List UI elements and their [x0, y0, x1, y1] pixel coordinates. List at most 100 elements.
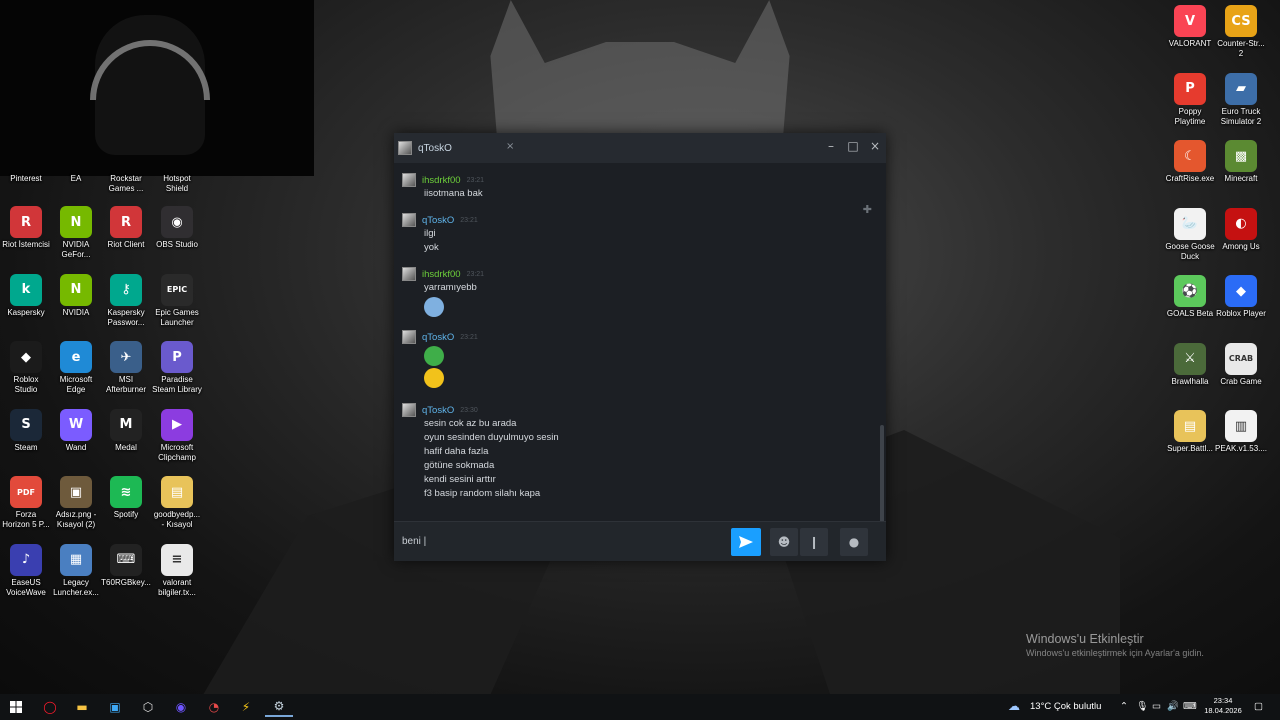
message-text: kendi sesini arttır	[424, 474, 496, 485]
tray-overflow-icon[interactable]: ⌃	[1120, 701, 1128, 712]
app-icon: ▤	[161, 476, 193, 508]
desktop-icon[interactable]: ⚽ GOALS Beta	[1164, 275, 1216, 319]
keyboard-icon[interactable]: ⌨	[1183, 701, 1197, 712]
desktop-icon-label[interactable]: Pinterest	[0, 174, 52, 184]
chat-titlebar[interactable]: qToskO × – □ ×	[394, 133, 886, 163]
gauge-icon: ◔	[208, 700, 220, 714]
desktop-icon[interactable]: ▦ Legacy Luncher.ex...	[50, 543, 102, 598]
sender-avatar[interactable]	[402, 173, 416, 187]
sender-name[interactable]: qToskO	[422, 332, 454, 343]
desktop-icon[interactable]: M Medal	[100, 408, 152, 453]
tab-close-icon[interactable]: ×	[506, 141, 514, 152]
voice-button[interactable]: ●	[840, 528, 868, 556]
app-icon: k	[10, 273, 42, 306]
chat-scrollbar[interactable]	[880, 425, 884, 521]
message-header: ihsdrkf00 23:21	[402, 267, 484, 281]
desktop-icon[interactable]: 🦢 Goose Goose Duck	[1164, 207, 1216, 262]
clock[interactable]: 23:34 18.04.2026	[1200, 696, 1246, 716]
emoticon-icon[interactable]	[424, 297, 444, 317]
sender-name[interactable]: qToskO	[422, 215, 454, 226]
desktop-icon[interactable]: V VALORANT	[1164, 5, 1216, 49]
minimize-button[interactable]: –	[822, 137, 840, 155]
desktop-icon[interactable]: e Microsoft Edge	[50, 341, 102, 395]
desktop-icon[interactable]: ▤ Super.Battl...	[1164, 410, 1216, 454]
app-icon: ▩	[1225, 140, 1257, 172]
desktop-icon[interactable]: P Poppy Playtime	[1164, 72, 1216, 127]
desktop-icon[interactable]: P Paradise Steam Library	[151, 341, 203, 395]
app-icon: N	[60, 206, 92, 238]
chat-tab[interactable]: qToskO	[398, 137, 518, 159]
desktop-icon[interactable]: ⚔ Brawlhalla	[1164, 342, 1216, 387]
desktop-icon[interactable]: ◆ Roblox Player	[1215, 275, 1267, 319]
desktop-icon[interactable]: ◐ Among Us	[1215, 207, 1267, 252]
send-button[interactable]	[731, 528, 761, 556]
desktop-icon-label: Paradise Steam Library	[152, 375, 202, 394]
desktop-icon[interactable]: k Kaspersky	[0, 273, 52, 318]
desktop-icon[interactable]: ☾ CraftRise.exe	[1164, 140, 1216, 184]
taskbar-opera[interactable]: ◯	[36, 697, 64, 717]
desktop-icon[interactable]: ◆ Roblox Studio	[0, 341, 52, 395]
desktop-icon[interactable]: ▰ Euro Truck Simulator 2	[1215, 72, 1267, 127]
desktop-icon[interactable]: ▶ Microsoft Clipchamp	[151, 408, 203, 463]
emoticon-button[interactable]: ☻	[770, 528, 798, 556]
taskbar-explorer[interactable]: ▬	[68, 697, 96, 717]
desktop-icon[interactable]: N NVIDIA	[50, 273, 102, 318]
chat-message: qToskO 23:21 ilgi yok	[402, 213, 478, 255]
desktop-icon[interactable]: S Steam	[0, 408, 52, 453]
desktop-icon[interactable]: W Wand	[50, 408, 102, 453]
desktop-icon[interactable]: CRAB Crab Game	[1215, 342, 1267, 387]
add-friend-icon[interactable]: ✚	[863, 203, 872, 216]
desktop-icon[interactable]: ▤ goodbyedp... - Kısayol	[151, 476, 203, 530]
desktop-icon[interactable]: ▥ PEAK.v1.53....	[1215, 410, 1267, 454]
sender-avatar[interactable]	[402, 330, 416, 344]
taskbar-app-7[interactable]: ⚡	[232, 697, 260, 717]
desktop-icon[interactable]: ⚷ Kaspersky Passwor...	[100, 273, 152, 328]
desktop-icon-label[interactable]: Rockstar Games ...	[100, 174, 152, 194]
opera-icon: ◯	[43, 700, 57, 714]
app-icon: ◉	[161, 206, 193, 238]
desktop-icon[interactable]: ≋ Spotify	[100, 476, 152, 520]
desktop-icon[interactable]: N NVIDIA GeFor...	[50, 206, 102, 260]
sender-avatar[interactable]	[402, 267, 416, 281]
emoticon-icon[interactable]	[424, 346, 444, 366]
sender-avatar[interactable]	[402, 403, 416, 417]
volume-icon[interactable]: 🔊	[1167, 701, 1179, 712]
desktop-icon[interactable]: ✈ MSI Afterburner	[100, 341, 152, 395]
app-icon: ✈	[110, 341, 142, 373]
notification-icon[interactable]: ▢	[1254, 701, 1263, 712]
taskbar-app-6[interactable]: ◔	[200, 697, 228, 717]
network-icon[interactable]: ▭	[1152, 701, 1161, 712]
desktop-icon-label[interactable]: Hotspot Shield	[151, 174, 203, 194]
desktop-icon[interactable]: ♪ EaseUS VoiceWave	[0, 543, 52, 598]
sender-name[interactable]: ihsdrkf00	[422, 175, 461, 186]
desktop-icon[interactable]: ◉ OBS Studio	[151, 206, 203, 250]
taskbar-steam[interactable]: ⚙	[265, 697, 293, 717]
desktop-icon[interactable]: ▣ Adsız.png - Kısayol (2)	[50, 476, 102, 530]
desktop-icon[interactable]: ⌨ T60RGBkey...	[100, 543, 152, 588]
desktop-icon-label[interactable]: EA	[50, 174, 102, 184]
desktop-icon[interactable]: ▩ Minecraft	[1215, 140, 1267, 184]
emoticon-icon[interactable]	[424, 368, 444, 388]
desktop-icon[interactable]: PDF Forza Horizon 5 P...	[0, 476, 52, 530]
desktop-icon[interactable]: R Riot Client	[100, 206, 152, 250]
attach-button[interactable]: ❙	[800, 528, 828, 556]
chat-messages[interactable]: ✚ ihsdrkf00 23:21 iisotmana bak qToskO 23:21…	[394, 163, 886, 521]
message-time: 23:21	[460, 216, 478, 224]
chat-message-input[interactable]	[400, 530, 730, 552]
desktop-icon[interactable]: ≡ valorant bilgiler.tx...	[151, 543, 203, 598]
sender-name[interactable]: qToskO	[422, 405, 454, 416]
close-button[interactable]: ×	[866, 137, 884, 155]
taskbar-app-5[interactable]: ◉	[167, 697, 195, 717]
taskbar-app-4[interactable]: ⬡	[134, 697, 162, 717]
microphone-icon[interactable]: 🎙	[1136, 701, 1148, 712]
bolt-icon: ⚡	[241, 700, 251, 714]
desktop-icon[interactable]: EPIC Epic Games Launcher	[151, 273, 203, 328]
taskbar-store[interactable]: ▣	[101, 697, 129, 717]
desktop-icon[interactable]: CS Counter-Str... 2	[1215, 5, 1267, 59]
weather-text[interactable]: 13°C Çok bulutlu	[1030, 701, 1101, 712]
desktop-icon[interactable]: R Riot İstemcisi	[0, 206, 52, 250]
sender-name[interactable]: ihsdrkf00	[422, 269, 461, 280]
start-button[interactable]	[2, 697, 30, 717]
maximize-button[interactable]: □	[844, 137, 862, 155]
sender-avatar[interactable]	[402, 213, 416, 227]
